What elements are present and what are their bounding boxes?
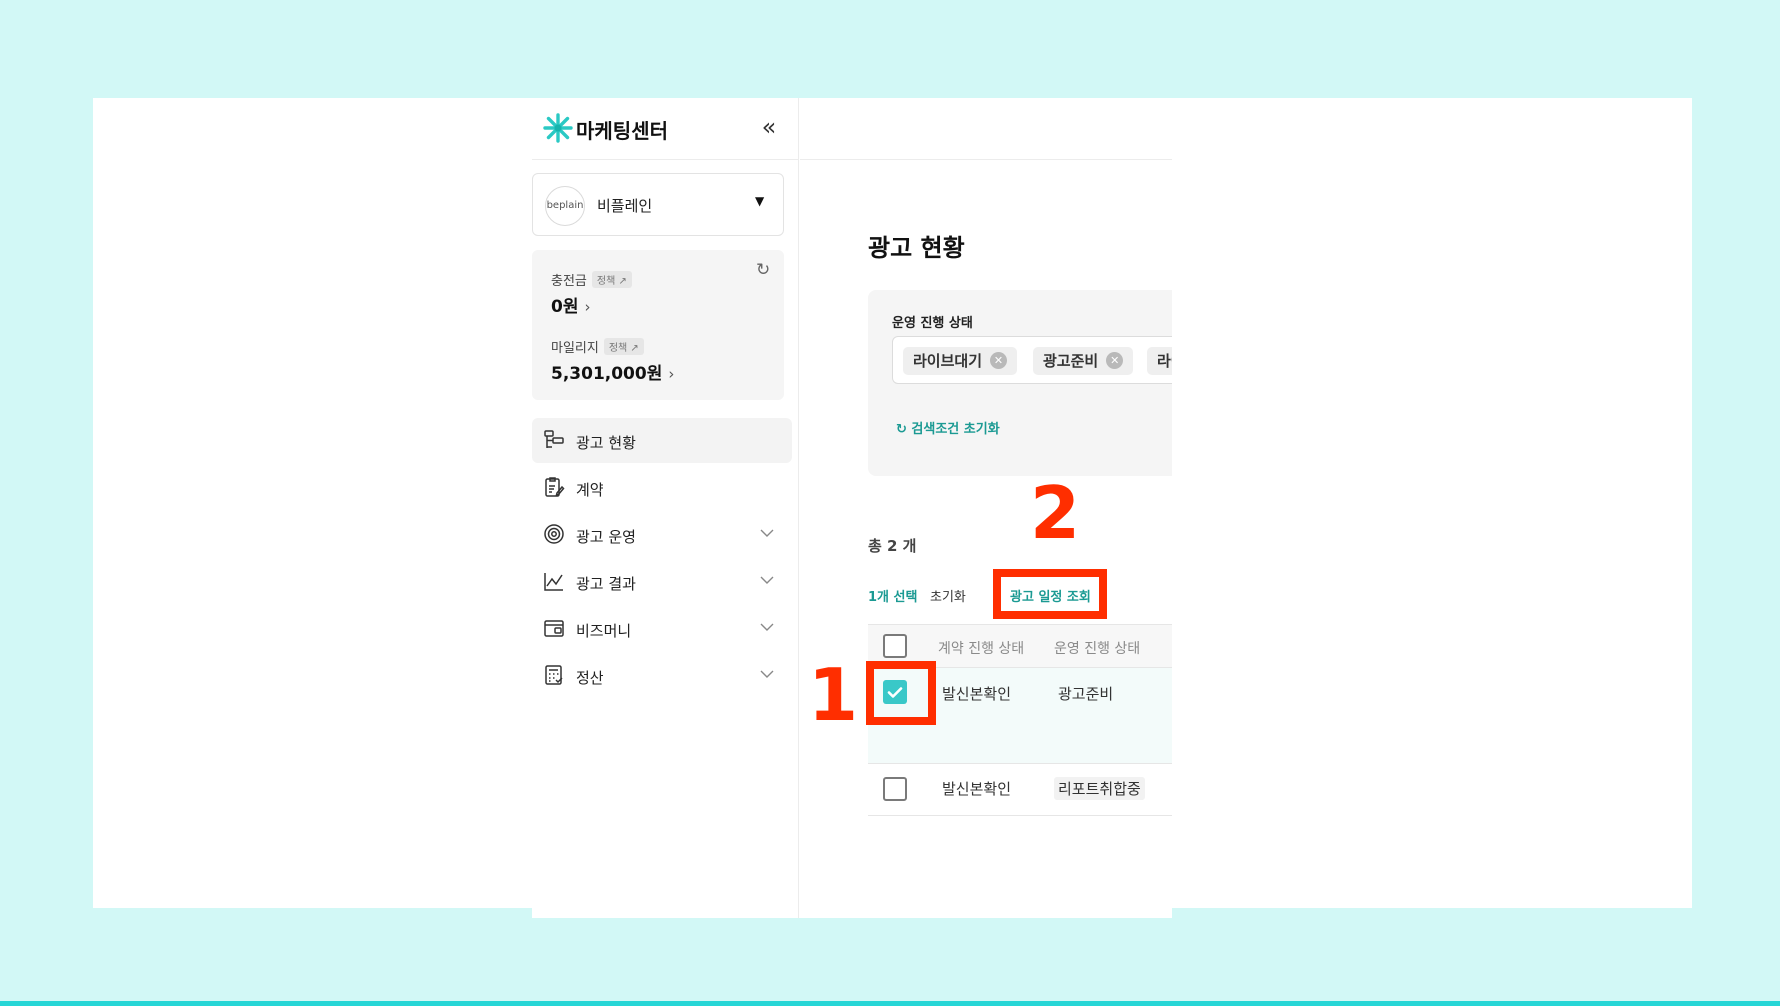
mileage-label: 마일리지 정책 ↗ [551,337,644,356]
account-selector[interactable]: beplain 비플레인 ▼ [532,173,784,236]
wallet-icon [544,620,564,637]
operation-status-cell: 광고준비 [1058,685,1114,703]
filter-chip[interactable]: 광고준비 ✕ [1033,347,1134,375]
chevron-down-icon [760,623,774,631]
sidebar-item-label: 광고 운영 [576,528,636,546]
reset-filter-button[interactable]: ↻ 검색조건 초기화 [896,418,1000,437]
account-name: 비플레인 [597,197,653,215]
sidebar-item-contract[interactable]: 계약 [532,465,792,510]
mileage-label-text: 마일리지 [551,341,599,356]
reset-filter-label: 검색조건 초기화 [911,422,1000,437]
chip-label: 라이브대기 [913,352,983,370]
chip-remove-icon[interactable]: ✕ [990,352,1008,369]
filter-chip[interactable]: 라이 [1147,347,1172,375]
chip-label: 라이 [1157,352,1172,370]
chevron-down-icon [760,529,774,537]
charge-policy-link[interactable]: 정책 ↗ [591,271,632,288]
sidebar-item-label: 계약 [576,481,604,499]
filter-chip[interactable]: 라이브대기 ✕ [903,347,1018,375]
calculator-icon [545,665,563,685]
step1-number: 1 [808,653,859,737]
top-bar [800,98,1172,160]
charge-label: 충전금 정책 ↗ [551,270,632,289]
sidebar-item-ad-operation[interactable]: 광고 운영 [532,512,792,557]
sidebar: 마케팅센터 « beplain 비플레인 ▼ ↻ 충전금 정책 ↗ 0원 › 마일리… [532,98,799,918]
charge-value[interactable]: 0원 › [551,292,590,317]
table-row[interactable]: 발신본확인 리포트취합중 [868,764,1172,816]
mileage-amount: 5,301,000원 [551,364,663,384]
selected-count: 1개 선택 [868,590,918,605]
sidebar-item-label: 광고 현황 [576,434,636,452]
filter-panel: 운영 진행 상태 라이브대기 ✕ 광고준비 ✕ 라이 ↻ 검색조건 초기화 [868,290,1172,476]
logo-row: 마케팅센터 « [532,98,799,160]
sidebar-item-label: 광고 결과 [576,575,636,593]
sidebar-item-ad-result[interactable]: 광고 결과 [532,559,792,604]
refresh-icon[interactable]: ↻ [756,260,770,280]
sidebar-item-bizmoney[interactable]: 비즈머니 [532,606,792,651]
sidebar-item-settlement[interactable]: 정산 [532,653,792,698]
total-count: 총 2 개 [868,537,917,555]
chevron-down-icon [760,670,774,678]
chip-remove-icon[interactable]: ✕ [1106,352,1124,369]
collapse-sidebar-button[interactable]: « [754,112,784,142]
avatar: beplain [545,186,585,226]
logo-icon [543,113,573,143]
column-header: 운영 진행 상태 [1054,641,1141,657]
page-title: 광고 현황 [868,234,965,262]
column-header: 계약 진행 상태 [938,641,1025,657]
operation-status-filter[interactable]: 라이브대기 ✕ 광고준비 ✕ 라이 [892,336,1172,384]
contract-status-cell: 발신본확인 [942,685,1012,703]
select-all-checkbox[interactable] [883,634,907,658]
chevron-right-icon: › [584,298,591,316]
caret-down-icon: ▼ [755,194,765,208]
ad-status-icon [544,430,564,448]
sidebar-item-ad-status[interactable]: 광고 현황 [532,418,792,463]
sidebar-item-label: 비즈머니 [576,622,632,640]
logo-text: 마케팅센터 [576,119,668,143]
selection-reset-button[interactable]: 초기화 [930,586,966,605]
step2-highlight-box [993,569,1107,619]
row-checkbox[interactable] [883,777,907,801]
mileage-policy-link[interactable]: 정책 ↗ [603,338,644,355]
charge-amount: 0원 [551,297,579,317]
chevron-down-icon [760,576,774,584]
chart-icon [544,573,563,591]
chip-label: 광고준비 [1043,352,1099,370]
balance-panel: ↻ 충전금 정책 ↗ 0원 › 마일리지 정책 ↗ 5,301,000원 › [532,250,784,400]
chevron-right-icon: › [668,365,675,383]
sidebar-item-label: 정산 [576,669,604,687]
filter-label: 운영 진행 상태 [892,316,973,331]
contract-status-cell: 발신본확인 [942,780,1012,798]
contract-icon [545,477,565,497]
sidebar-menu: 광고 현황 계약 광고 운영 광고 결과 비즈머니 정산 [532,418,792,700]
operation-status-cell: 리포트취합중 [1054,777,1145,800]
charge-label-text: 충전금 [551,274,587,289]
ad-operation-icon [544,524,564,544]
bottom-accent-line [0,1001,1780,1006]
mileage-value[interactable]: 5,301,000원 › [551,359,674,384]
step1-highlight-box [866,661,936,725]
main-content: 광고 현황 운영 진행 상태 라이브대기 ✕ 광고준비 ✕ 라이 ↻ 검색조건 초기… [800,98,1172,918]
step2-number: 2 [1030,471,1081,555]
